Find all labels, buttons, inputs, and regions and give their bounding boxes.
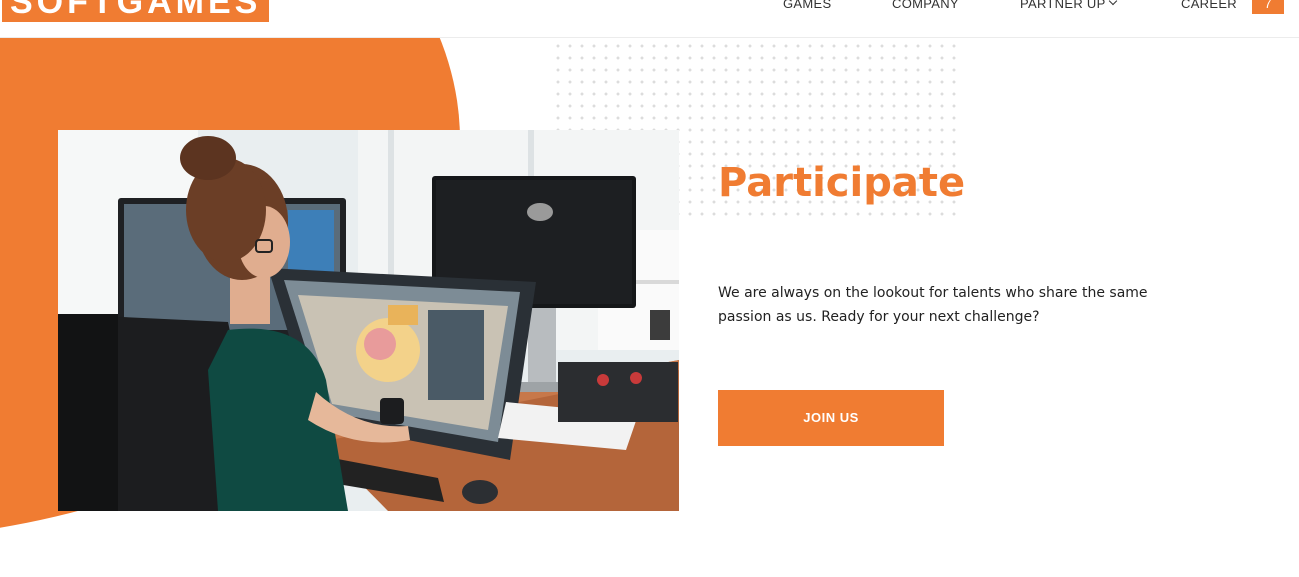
hero-photo <box>58 130 679 511</box>
chevron-down-icon <box>1108 0 1117 6</box>
header-action-button[interactable]: 7 <box>1252 0 1284 14</box>
nav-item-partner-up[interactable]: PARTNER UP <box>1020 0 1117 14</box>
nav-item-games[interactable]: GAMES <box>783 0 831 14</box>
softgames-logo[interactable]: SOFTGAMES <box>2 0 270 22</box>
hero-title: Participate <box>718 160 966 206</box>
site-header: SOFTGAMES GAMES COMPANY PARTNER UP CAREE… <box>0 0 1299 38</box>
join-us-button[interactable]: JOIN US <box>718 390 944 446</box>
nav-item-partner-up-label: PARTNER UP <box>1020 0 1106 11</box>
hero-description: We are always on the lookout for talents… <box>718 285 1148 325</box>
page: SOFTGAMES GAMES COMPANY PARTNER UP CAREE… <box>0 0 1299 577</box>
nav-item-company[interactable]: COMPANY <box>892 0 959 14</box>
nav-item-career[interactable]: CAREER <box>1181 0 1237 14</box>
